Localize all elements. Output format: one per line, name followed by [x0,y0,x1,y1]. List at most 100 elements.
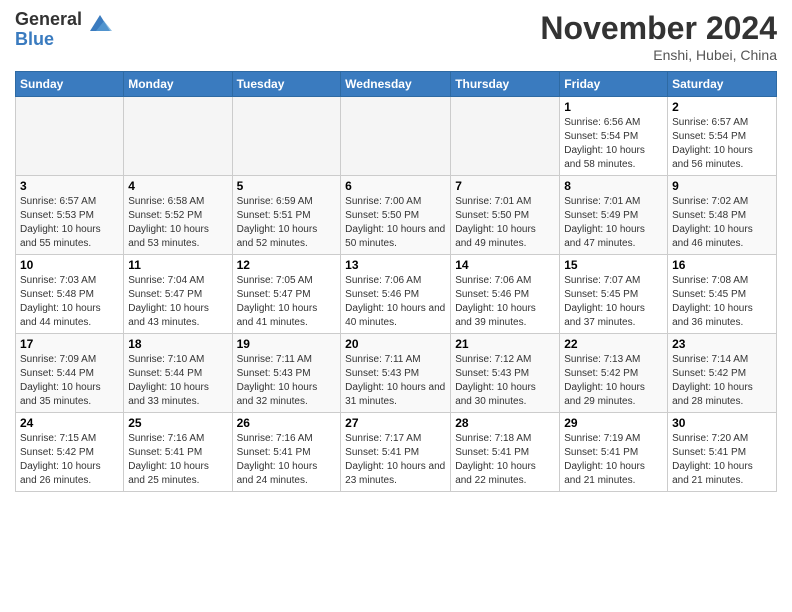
location: Enshi, Hubei, China [540,47,777,63]
day-number: 12 [237,258,337,272]
calendar-cell: 17 Sunrise: 7:09 AMSunset: 5:44 PMDayligh… [16,334,124,413]
day-number: 17 [20,337,119,351]
calendar-cell: 16 Sunrise: 7:08 AMSunset: 5:45 PMDayligh… [668,255,777,334]
day-info: Sunrise: 7:16 AMSunset: 5:41 PMDaylight:… [128,432,227,488]
calendar-cell: 27 Sunrise: 7:17 AMSunset: 5:41 PMDayligh… [341,413,451,492]
day-number: 19 [237,337,337,351]
day-info: Sunrise: 7:16 AMSunset: 5:41 PMDaylight:… [237,432,337,488]
header-thursday: Thursday [451,72,560,97]
calendar-cell [232,97,341,176]
day-info: Sunrise: 7:04 AMSunset: 5:47 PMDaylight:… [128,274,227,330]
weekday-header-row: Sunday Monday Tuesday Wednesday Thursday… [16,72,777,97]
day-info: Sunrise: 7:01 AMSunset: 5:50 PMDaylight:… [455,195,555,251]
day-info: Sunrise: 7:18 AMSunset: 5:41 PMDaylight:… [455,432,555,488]
calendar-cell [341,97,451,176]
day-number: 15 [564,258,663,272]
calendar: Sunday Monday Tuesday Wednesday Thursday… [15,71,777,492]
day-info: Sunrise: 7:09 AMSunset: 5:44 PMDaylight:… [20,353,119,409]
calendar-cell: 24 Sunrise: 7:15 AMSunset: 5:42 PMDayligh… [16,413,124,492]
day-info: Sunrise: 7:13 AMSunset: 5:42 PMDaylight:… [564,353,663,409]
calendar-cell: 14 Sunrise: 7:06 AMSunset: 5:46 PMDayligh… [451,255,560,334]
calendar-cell: 19Sunrise: 7:11 AMSunset: 5:43 PMDayligh… [232,334,341,413]
calendar-header: Sunday Monday Tuesday Wednesday Thursday… [16,72,777,97]
calendar-cell: 8 Sunrise: 7:01 AMSunset: 5:49 PMDaylight… [560,176,668,255]
calendar-cell: 30 Sunrise: 7:20 AMSunset: 5:41 PMDayligh… [668,413,777,492]
calendar-cell: 22Sunrise: 7:13 AMSunset: 5:42 PMDayligh… [560,334,668,413]
header-tuesday: Tuesday [232,72,341,97]
calendar-cell: 12 Sunrise: 7:05 AMSunset: 5:47 PMDayligh… [232,255,341,334]
logo-text: General Blue [15,10,82,50]
calendar-cell: 5Sunrise: 6:59 AMSunset: 5:51 PMDaylight… [232,176,341,255]
calendar-cell: 6 Sunrise: 7:00 AMSunset: 5:50 PMDaylight… [341,176,451,255]
logo-icon [86,9,114,42]
day-number: 26 [237,416,337,430]
header-wednesday: Wednesday [341,72,451,97]
calendar-cell: 7 Sunrise: 7:01 AMSunset: 5:50 PMDaylight… [451,176,560,255]
calendar-cell: 9Sunrise: 7:02 AMSunset: 5:48 PMDaylight… [668,176,777,255]
day-number: 24 [20,416,119,430]
day-number: 7 [455,179,555,193]
day-info: Sunrise: 7:19 AMSunset: 5:41 PMDaylight:… [564,432,663,488]
calendar-cell: 20Sunrise: 7:11 AMSunset: 5:43 PMDayligh… [341,334,451,413]
calendar-cell: 13 Sunrise: 7:06 AMSunset: 5:46 PMDayligh… [341,255,451,334]
day-info: Sunrise: 7:15 AMSunset: 5:42 PMDaylight:… [20,432,119,488]
day-info: Sunrise: 6:56 AMSunset: 5:54 PMDaylight:… [564,116,663,172]
day-info: Sunrise: 7:06 AMSunset: 5:46 PMDaylight:… [345,274,446,330]
day-info: Sunrise: 7:00 AMSunset: 5:50 PMDaylight:… [345,195,446,251]
day-number: 6 [345,179,446,193]
day-info: Sunrise: 7:17 AMSunset: 5:41 PMDaylight:… [345,432,446,488]
calendar-cell: 21Sunrise: 7:12 AMSunset: 5:43 PMDayligh… [451,334,560,413]
day-number: 14 [455,258,555,272]
month-title: November 2024 [540,10,777,47]
day-number: 27 [345,416,446,430]
day-number: 5 [237,179,337,193]
calendar-cell: 29 Sunrise: 7:19 AMSunset: 5:41 PMDayligh… [560,413,668,492]
calendar-cell: 4 Sunrise: 6:58 AMSunset: 5:52 PMDaylight… [124,176,232,255]
day-number: 18 [128,337,227,351]
calendar-cell [16,97,124,176]
day-number: 10 [20,258,119,272]
day-info: Sunrise: 7:03 AMSunset: 5:48 PMDaylight:… [20,274,119,330]
calendar-week-2: 3Sunrise: 6:57 AMSunset: 5:53 PMDaylight… [16,176,777,255]
calendar-week-3: 10 Sunrise: 7:03 AMSunset: 5:48 PMDayligh… [16,255,777,334]
day-number: 13 [345,258,446,272]
calendar-cell [451,97,560,176]
calendar-cell: 18Sunrise: 7:10 AMSunset: 5:44 PMDayligh… [124,334,232,413]
calendar-body: 1 Sunrise: 6:56 AMSunset: 5:54 PMDaylight… [16,97,777,492]
calendar-cell: 11Sunrise: 7:04 AMSunset: 5:47 PMDayligh… [124,255,232,334]
day-number: 30 [672,416,772,430]
calendar-cell: 1 Sunrise: 6:56 AMSunset: 5:54 PMDaylight… [560,97,668,176]
header-friday: Friday [560,72,668,97]
calendar-week-1: 1 Sunrise: 6:56 AMSunset: 5:54 PMDaylight… [16,97,777,176]
day-number: 2 [672,100,772,114]
calendar-cell: 10 Sunrise: 7:03 AMSunset: 5:48 PMDayligh… [16,255,124,334]
day-info: Sunrise: 7:14 AMSunset: 5:42 PMDaylight:… [672,353,772,409]
calendar-cell: 3Sunrise: 6:57 AMSunset: 5:53 PMDaylight… [16,176,124,255]
day-number: 4 [128,179,227,193]
day-number: 16 [672,258,772,272]
day-info: Sunrise: 7:08 AMSunset: 5:45 PMDaylight:… [672,274,772,330]
logo: General Blue [15,10,114,50]
day-info: Sunrise: 7:01 AMSunset: 5:49 PMDaylight:… [564,195,663,251]
day-info: Sunrise: 6:58 AMSunset: 5:52 PMDaylight:… [128,195,227,251]
day-info: Sunrise: 6:57 AMSunset: 5:54 PMDaylight:… [672,116,772,172]
header-monday: Monday [124,72,232,97]
day-number: 29 [564,416,663,430]
day-info: Sunrise: 7:05 AMSunset: 5:47 PMDaylight:… [237,274,337,330]
day-info: Sunrise: 7:11 AMSunset: 5:43 PMDaylight:… [345,353,446,409]
calendar-cell: 2 Sunrise: 6:57 AMSunset: 5:54 PMDaylight… [668,97,777,176]
day-number: 9 [672,179,772,193]
day-info: Sunrise: 7:07 AMSunset: 5:45 PMDaylight:… [564,274,663,330]
day-info: Sunrise: 6:57 AMSunset: 5:53 PMDaylight:… [20,195,119,251]
calendar-cell: 23Sunrise: 7:14 AMSunset: 5:42 PMDayligh… [668,334,777,413]
calendar-cell: 26 Sunrise: 7:16 AMSunset: 5:41 PMDayligh… [232,413,341,492]
day-info: Sunrise: 7:20 AMSunset: 5:41 PMDaylight:… [672,432,772,488]
day-info: Sunrise: 7:06 AMSunset: 5:46 PMDaylight:… [455,274,555,330]
day-number: 1 [564,100,663,114]
calendar-cell: 28Sunrise: 7:18 AMSunset: 5:41 PMDayligh… [451,413,560,492]
day-number: 8 [564,179,663,193]
calendar-cell: 15 Sunrise: 7:07 AMSunset: 5:45 PMDayligh… [560,255,668,334]
calendar-cell: 25Sunrise: 7:16 AMSunset: 5:41 PMDayligh… [124,413,232,492]
calendar-week-5: 24 Sunrise: 7:15 AMSunset: 5:42 PMDayligh… [16,413,777,492]
logo-general: General [15,10,82,30]
